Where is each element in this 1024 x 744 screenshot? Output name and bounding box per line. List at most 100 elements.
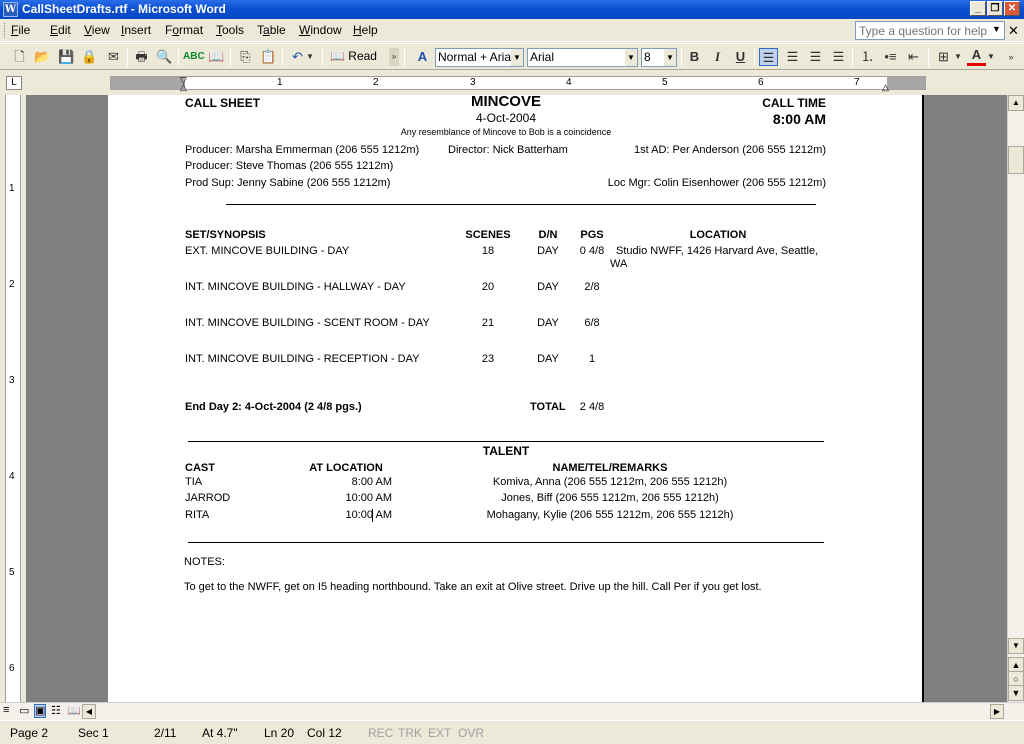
scene-location: Studio NWFF, 1426 Harvard Ave, Seattle, <box>616 245 819 257</box>
restore-icon[interactable]: ❐ <box>987 1 1003 16</box>
paste-icon[interactable]: 📋 <box>259 48 278 66</box>
menu-grip[interactable] <box>4 23 7 38</box>
call-time-value: 8:00 AM <box>772 111 826 127</box>
chevron-down-icon[interactable]: ▼ <box>664 49 676 66</box>
help-search-input[interactable] <box>855 21 1005 40</box>
close-icon[interactable]: ✕ <box>1004 1 1020 16</box>
bold-icon[interactable]: B <box>685 48 704 66</box>
styles-formatting-icon[interactable]: A <box>413 48 432 66</box>
email-icon[interactable]: ✉ <box>104 48 123 66</box>
underline-icon[interactable]: U <box>731 48 750 66</box>
help-dropdown-icon[interactable]: ▼ <box>992 24 1001 34</box>
undo-dropdown-icon[interactable]: ▼ <box>305 48 315 66</box>
next-page-icon[interactable]: ▼ <box>1008 685 1024 701</box>
read-button[interactable]: 📖 Read <box>330 49 377 63</box>
end-day: End Day 2: 4-Oct-2004 (2 4/8 pgs.) <box>185 401 362 413</box>
header-set: SET/SYNOPSIS <box>185 229 266 241</box>
bullets-icon[interactable]: •≡ <box>881 48 900 66</box>
reading-layout-view-icon[interactable]: 📖 <box>67 704 81 717</box>
font-size-value: 8 <box>644 50 651 64</box>
cast-time: 10:00 AM <box>345 509 392 521</box>
cast-contact: Mohagany, Kylie (206 555 1212m, 206 555 … <box>486 509 734 521</box>
right-indent-icon[interactable]: △ <box>882 82 889 93</box>
close-document-icon[interactable]: ✕ <box>1008 23 1019 39</box>
decrease-indent-icon[interactable]: ⇤ <box>904 48 923 66</box>
menu-insert[interactable]: Insert <box>121 23 151 37</box>
normal-view-icon[interactable]: ≡ <box>3 704 9 716</box>
status-ext[interactable]: EXT <box>428 726 451 740</box>
style-select[interactable]: Normal + Arial, ▼ <box>435 48 524 67</box>
menu-help[interactable]: Help <box>353 23 378 37</box>
outline-view-icon[interactable]: ☷ <box>51 704 61 717</box>
justify-icon[interactable]: ☰ <box>829 48 848 66</box>
title-bar: W CallSheetDrafts.rtf - Microsoft Word _… <box>0 0 1024 19</box>
align-left-icon[interactable]: ☰ <box>759 48 778 66</box>
open-folder-icon[interactable]: 📂 <box>33 48 52 66</box>
vertical-ruler[interactable]: 1 2 3 4 5 6 <box>0 95 26 702</box>
vertical-scrollbar[interactable]: ▲ ▼ ▲ ○ ▼ <box>1007 95 1024 702</box>
header-pgs: PGS <box>580 229 604 241</box>
call-sheet-label: CALL SHEET <box>185 96 261 110</box>
chevron-down-icon[interactable]: ▼ <box>625 49 637 66</box>
borders-dropdown-icon[interactable]: ▼ <box>953 48 963 66</box>
left-indent-icon[interactable]: △ <box>180 82 187 93</box>
notes-text: To get to the NWFF, get on I5 heading no… <box>184 581 762 593</box>
producer-1: Producer: Marsha Emmerman (206 555 1212m… <box>185 144 420 156</box>
italic-icon[interactable]: I <box>708 48 727 66</box>
web-layout-view-icon[interactable]: ▭ <box>19 704 29 717</box>
new-document-icon[interactable]: 🗋 <box>10 48 29 66</box>
research-icon[interactable]: 📖 <box>207 48 226 66</box>
spelling-icon[interactable]: ABC <box>183 48 205 66</box>
scroll-up-icon[interactable]: ▲ <box>1008 95 1024 111</box>
header-cast: CAST <box>185 462 215 474</box>
cast-contact: Jones, Biff (206 555 1212m, 206 555 1212… <box>501 492 719 504</box>
talent-heading: TALENT <box>482 444 530 458</box>
status-at: At 4.7" <box>202 726 238 740</box>
scroll-thumb[interactable] <box>1008 146 1024 174</box>
toolbar-options-icon[interactable]: » <box>1004 48 1018 66</box>
borders-icon[interactable]: ⊞ <box>934 48 953 66</box>
font-color-dropdown-icon[interactable]: ▼ <box>986 48 996 66</box>
minimize-icon[interactable]: _ <box>970 1 986 16</box>
save-icon[interactable]: 💾 <box>57 48 76 66</box>
menu-file[interactable]: File <box>11 23 30 37</box>
print-icon[interactable]: 🖶 <box>132 48 151 66</box>
numbering-icon[interactable]: ⒈ <box>858 48 877 66</box>
horizontal-ruler[interactable]: 1 2 3 4 5 6 7 ▽ △ △ <box>110 75 926 93</box>
scene-number: 23 <box>481 353 495 365</box>
scene-pgs: 6/8 <box>584 317 600 329</box>
cast-role: RITA <box>185 509 210 521</box>
read-icon: 📖 <box>330 49 345 63</box>
font-color-icon[interactable]: A <box>967 48 986 66</box>
font-select[interactable]: Arial ▼ <box>527 48 638 67</box>
scene-set: INT. MINCOVE BUILDING - HALLWAY - DAY <box>185 281 406 293</box>
align-center-icon[interactable]: ☰ <box>783 48 802 66</box>
menu-window[interactable]: Window <box>299 23 342 37</box>
status-rec[interactable]: REC <box>368 726 393 740</box>
scene-set: EXT. MINCOVE BUILDING - DAY <box>185 245 350 257</box>
scroll-down-icon[interactable]: ▼ <box>1008 638 1024 654</box>
scroll-left-icon[interactable]: ◀ <box>82 704 96 719</box>
menu-tools[interactable]: Tools <box>216 23 244 37</box>
align-right-icon[interactable]: ☰ <box>806 48 825 66</box>
font-size-select[interactable]: 8 ▼ <box>641 48 677 67</box>
menu-table[interactable]: Table <box>257 23 286 37</box>
document-page[interactable]: CALL SHEET MINCOVE 4-Oct-2004 Any resemb… <box>108 95 924 702</box>
print-layout-view-icon[interactable]: ▣ <box>34 704 47 718</box>
copy-icon[interactable]: ⎘ <box>236 48 255 66</box>
word-app-icon[interactable]: W <box>3 2 18 17</box>
status-trk[interactable]: TRK <box>398 726 422 740</box>
toolbar-options-icon[interactable]: » <box>389 48 399 66</box>
scene-dn: DAY <box>537 353 559 365</box>
scroll-right-icon[interactable]: ▶ <box>990 704 1004 719</box>
status-ovr[interactable]: OVR <box>458 726 484 740</box>
chevron-down-icon[interactable]: ▼ <box>511 49 523 66</box>
horizontal-scrollbar[interactable]: ≡ ▭ ▣ ☷ 📖 ◀ ▶ <box>0 702 1024 720</box>
tab-selector-icon[interactable]: L <box>6 76 22 90</box>
permission-icon[interactable]: 🔒 <box>80 48 99 66</box>
print-preview-icon[interactable]: 🔍 <box>155 48 174 66</box>
ruler-number: 6 <box>9 663 15 674</box>
menu-format[interactable]: Format <box>165 23 203 37</box>
menu-view[interactable]: View <box>84 23 110 37</box>
menu-edit[interactable]: Edit <box>50 23 71 37</box>
